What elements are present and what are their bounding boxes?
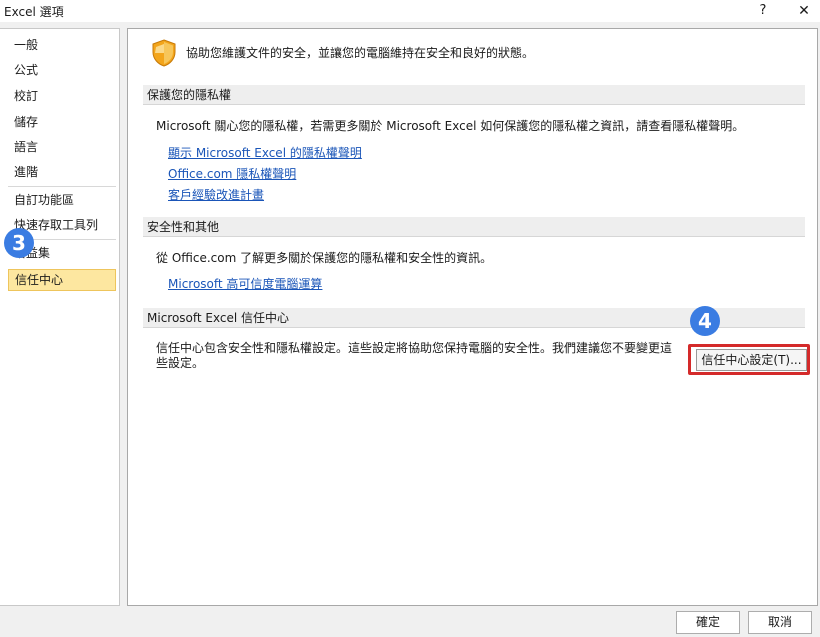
sidebar-item-general[interactable]: 一般 bbox=[8, 34, 116, 56]
trust-center-text: 信任中心包含安全性和隱私權設定。這些設定將協助您保持電腦的安全性。我們建議您不要… bbox=[156, 341, 673, 370]
shield-icon bbox=[151, 39, 177, 70]
security-section-header: 安全性和其他 bbox=[143, 217, 805, 237]
window-title: Excel 選項 bbox=[4, 5, 64, 19]
help-button[interactable]: ? bbox=[752, 0, 774, 22]
sidebar-item-trust-center[interactable]: 信任中心 bbox=[8, 269, 116, 291]
office-privacy-link[interactable]: Office.com 隱私權聲明 bbox=[168, 165, 296, 182]
title-bar: Excel 選項 ? ✕ bbox=[0, 0, 820, 22]
sidebar-item-proofing[interactable]: 校訂 bbox=[8, 85, 116, 107]
highlight-box bbox=[688, 344, 810, 375]
sidebar-divider bbox=[8, 186, 116, 187]
step-3-badge: 3 bbox=[4, 228, 34, 258]
sidebar-item-formulas[interactable]: 公式 bbox=[8, 59, 116, 81]
sidebar-item-customize-ribbon[interactable]: 自訂功能區 bbox=[8, 189, 116, 211]
privacy-text: Microsoft 關心您的隱私權，若需更多關於 Microsoft Excel… bbox=[156, 119, 745, 133]
privacy-statement-link[interactable]: 顯示 Microsoft Excel 的隱私權聲明 bbox=[168, 144, 362, 161]
cancel-button[interactable]: 取消 bbox=[748, 611, 812, 634]
privacy-section-header: 保護您的隱私權 bbox=[143, 85, 805, 105]
step-4-badge: 4 bbox=[690, 306, 720, 336]
sidebar-item-language[interactable]: 語言 bbox=[8, 136, 116, 158]
security-text: 從 Office.com 了解更多關於保護您的隱私權和安全性的資訊。 bbox=[156, 251, 493, 265]
ceip-link[interactable]: 客戶經驗改進計畫 bbox=[168, 186, 264, 203]
sidebar: 一般 公式 校訂 儲存 語言 進階 自訂功能區 快速存取工具列 增益集 信任中心 bbox=[0, 28, 120, 606]
sidebar-item-advanced[interactable]: 進階 bbox=[8, 161, 116, 183]
sidebar-item-save[interactable]: 儲存 bbox=[8, 111, 116, 133]
intro-text: 協助您維護文件的安全，並讓您的電腦維持在安全和良好的狀態。 bbox=[186, 46, 535, 60]
ok-button[interactable]: 確定 bbox=[676, 611, 740, 634]
trustworthy-computing-link[interactable]: Microsoft 高可信度電腦運算 bbox=[168, 275, 322, 292]
close-button[interactable]: ✕ bbox=[789, 0, 819, 22]
